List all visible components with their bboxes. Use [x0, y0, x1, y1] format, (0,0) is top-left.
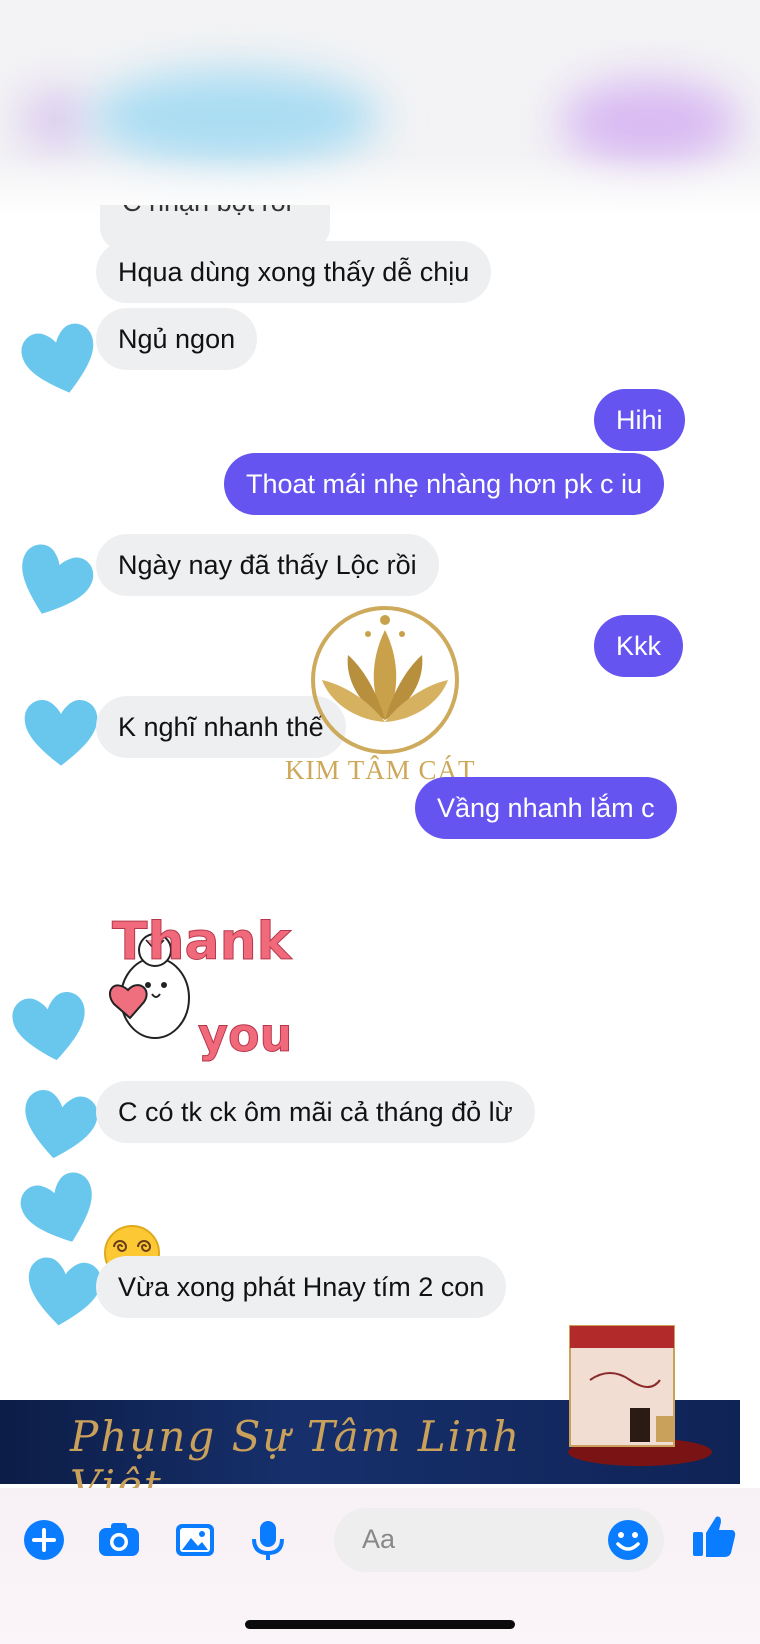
message-bubble-incoming[interactable]: Ngủ ngon [96, 308, 258, 370]
message-text: Ngày nay đã thấy Lộc rồi [118, 550, 417, 580]
message-bubble-incoming[interactable]: Ngày nay đã thấy Lộc rồi [96, 534, 439, 596]
camera-icon[interactable] [97, 1518, 141, 1562]
sticker-text-thank: Thank [111, 912, 292, 973]
plus-icon[interactable] [22, 1518, 66, 1562]
message-bubble-outgoing[interactable]: Vầng nhanh lắm c [415, 777, 677, 839]
avatar-heart-icon [12, 991, 85, 1061]
blurred-header [0, 0, 760, 215]
message-text: K nghĩ nhanh thế [118, 712, 324, 742]
message-text: Hqua dùng xong thấy dễ chịu [118, 257, 470, 287]
message-bubble-incoming[interactable]: Vừa xong phát Hnay tím 2 con [96, 1256, 507, 1318]
thumbs-up-icon[interactable] [690, 1512, 738, 1560]
message-text: Thoat mái nhẹ nhàng hơn pk c iu [246, 469, 642, 499]
sticker-text-you: you [197, 1008, 293, 1063]
message-bubble-outgoing[interactable]: Kkk [594, 615, 684, 677]
emoji-picker-icon[interactable] [606, 1518, 650, 1562]
avatar-heart-icon [28, 1257, 102, 1326]
avatar-heart-icon [20, 1172, 92, 1242]
message-text: Vừa xong phát Hnay tím 2 con [118, 1272, 485, 1302]
message-text: Kkk [616, 631, 662, 661]
blurred-contact-name [90, 70, 380, 165]
message-bubble-incoming[interactable]: C có tk ck ôm mãi cả tháng đỏ lừ [96, 1081, 535, 1143]
message-bubble-outgoing[interactable]: Thoat mái nhẹ nhàng hơn pk c iu [224, 453, 664, 515]
home-indicator [245, 1620, 515, 1629]
blurred-avatar [20, 90, 90, 150]
message-bubble-incoming[interactable]: Hqua dùng xong thấy dễ chịu [96, 241, 492, 303]
message-text: Hihi [616, 405, 663, 435]
gallery-icon[interactable] [173, 1518, 217, 1562]
avatar-heart-icon [25, 1089, 98, 1159]
avatar-heart-icon [21, 323, 94, 393]
avatar-heart-icon [24, 699, 98, 766]
message-bubble-outgoing[interactable]: Hihi [594, 389, 685, 451]
avatar-heart-icon [22, 544, 94, 614]
message-text: C có tk ck ôm mãi cả tháng đỏ lừ [118, 1097, 513, 1127]
message-text: Ngủ ngon [118, 324, 236, 354]
message-input-placeholder: Aa [362, 1524, 396, 1554]
microphone-icon[interactable] [246, 1518, 290, 1562]
blurred-call-icons [560, 80, 740, 165]
message-text: C nhận bột rồi [122, 205, 292, 218]
message-text: Vầng nhanh lắm c [437, 793, 655, 823]
product-box-image [568, 1325, 712, 1466]
lotus-logo-watermark [311, 606, 459, 754]
